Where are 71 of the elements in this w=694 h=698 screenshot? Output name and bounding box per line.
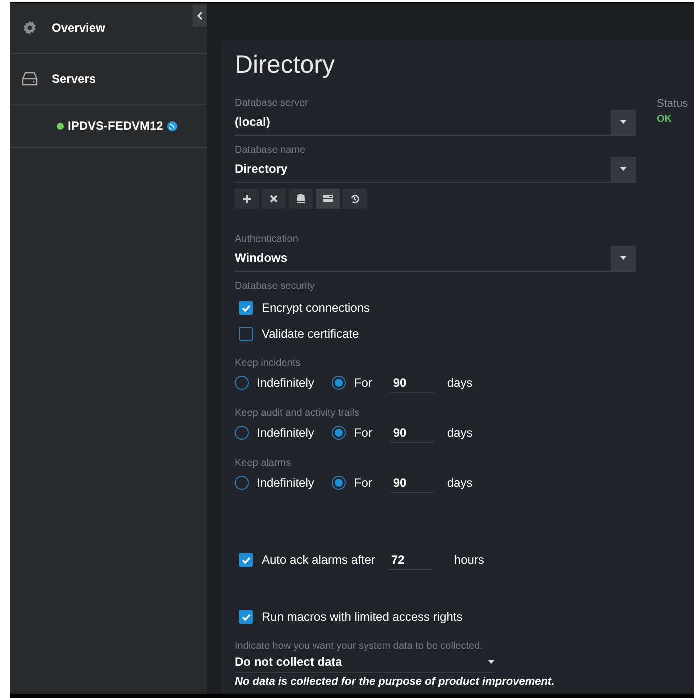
checkbox-label: Run macros with limited access rights xyxy=(262,610,463,624)
select-value: (local) xyxy=(235,115,270,129)
unit-label: days xyxy=(447,476,473,490)
status-value: OK xyxy=(657,114,673,125)
drive-icon xyxy=(22,72,38,86)
radio-label: For xyxy=(354,426,372,440)
caret-down-icon xyxy=(620,256,627,260)
gear-icon xyxy=(22,20,38,36)
checkbox[interactable] xyxy=(239,301,253,315)
toolbar-button[interactable] xyxy=(262,189,286,209)
section-label: Database security xyxy=(235,281,316,292)
number-field[interactable]: 90 xyxy=(390,374,434,392)
checkmark-icon xyxy=(242,556,250,564)
section-label: Keep alarms xyxy=(235,458,292,469)
server-item[interactable]: IPDVS-FEDVM12 xyxy=(68,119,164,133)
radio-label: Indefinitely xyxy=(257,376,314,390)
chevron-left-icon xyxy=(197,12,203,20)
unit-label: days xyxy=(447,376,473,390)
checkbox[interactable] xyxy=(239,327,253,341)
checkmark-icon xyxy=(242,614,250,620)
field-label: Authentication xyxy=(235,234,300,245)
radio-label: For xyxy=(354,376,372,390)
radio-label: Indefinitely xyxy=(257,426,314,440)
radio-button[interactable] xyxy=(332,476,346,490)
select-value: Directory xyxy=(235,162,288,176)
number-field[interactable]: 90 xyxy=(390,474,434,492)
radio-button[interactable] xyxy=(235,426,249,440)
radio-label: For xyxy=(354,476,372,490)
dropdown-button[interactable] xyxy=(611,246,636,270)
dropdown-button[interactable] xyxy=(611,110,636,134)
dropdown-button[interactable] xyxy=(611,156,636,182)
list-icon xyxy=(323,194,333,204)
toolbar-button[interactable] xyxy=(235,189,259,209)
checkbox[interactable] xyxy=(239,610,253,624)
radio-button[interactable] xyxy=(235,376,249,390)
field-label: Database server xyxy=(235,98,310,109)
radio-button[interactable] xyxy=(332,426,346,440)
radio-button[interactable] xyxy=(235,476,249,490)
checkbox-label: Validate certificate xyxy=(262,327,360,341)
caret-down-icon xyxy=(620,120,627,124)
select-value[interactable]: Do not collect data xyxy=(235,655,342,669)
status-label: Status xyxy=(657,98,688,110)
number-field[interactable]: 90 xyxy=(390,424,434,442)
add-icon xyxy=(242,194,252,204)
number-field[interactable]: 72 xyxy=(388,550,432,570)
checkbox-label: Encrypt connections xyxy=(262,301,370,315)
page-title: Directory xyxy=(235,51,336,80)
sidebar-item[interactable]: Overview xyxy=(10,3,207,54)
unit-label: days xyxy=(447,426,473,440)
toolbar-button[interactable] xyxy=(343,189,367,209)
database-icon xyxy=(296,194,306,204)
section-label: Keep incidents xyxy=(235,358,302,369)
sidebar-item[interactable]: Servers xyxy=(10,54,207,105)
radio-button[interactable] xyxy=(332,376,346,390)
select-value: Windows xyxy=(235,251,288,265)
caret-down-icon xyxy=(620,167,627,171)
field-label: Indicate how you want your system data to be collected. xyxy=(235,641,484,652)
delete-icon xyxy=(269,194,279,204)
checkbox[interactable] xyxy=(239,553,253,567)
note-text: No data is collected for the purpose of product improvement. xyxy=(235,676,556,688)
toolbar-button[interactable] xyxy=(289,189,313,209)
checkbox-label: Auto ack alarms after xyxy=(262,553,376,567)
field-label: Database name xyxy=(235,145,307,156)
unit-label: hours xyxy=(454,553,484,567)
toolbar-button[interactable] xyxy=(316,189,340,209)
radio-label: Indefinitely xyxy=(257,476,314,490)
checkmark-icon xyxy=(242,304,250,312)
history-icon xyxy=(350,194,360,204)
collapse-button[interactable] xyxy=(193,5,207,27)
caret-down-icon xyxy=(488,660,495,664)
section-label: Keep audit and activity trails xyxy=(235,408,361,419)
